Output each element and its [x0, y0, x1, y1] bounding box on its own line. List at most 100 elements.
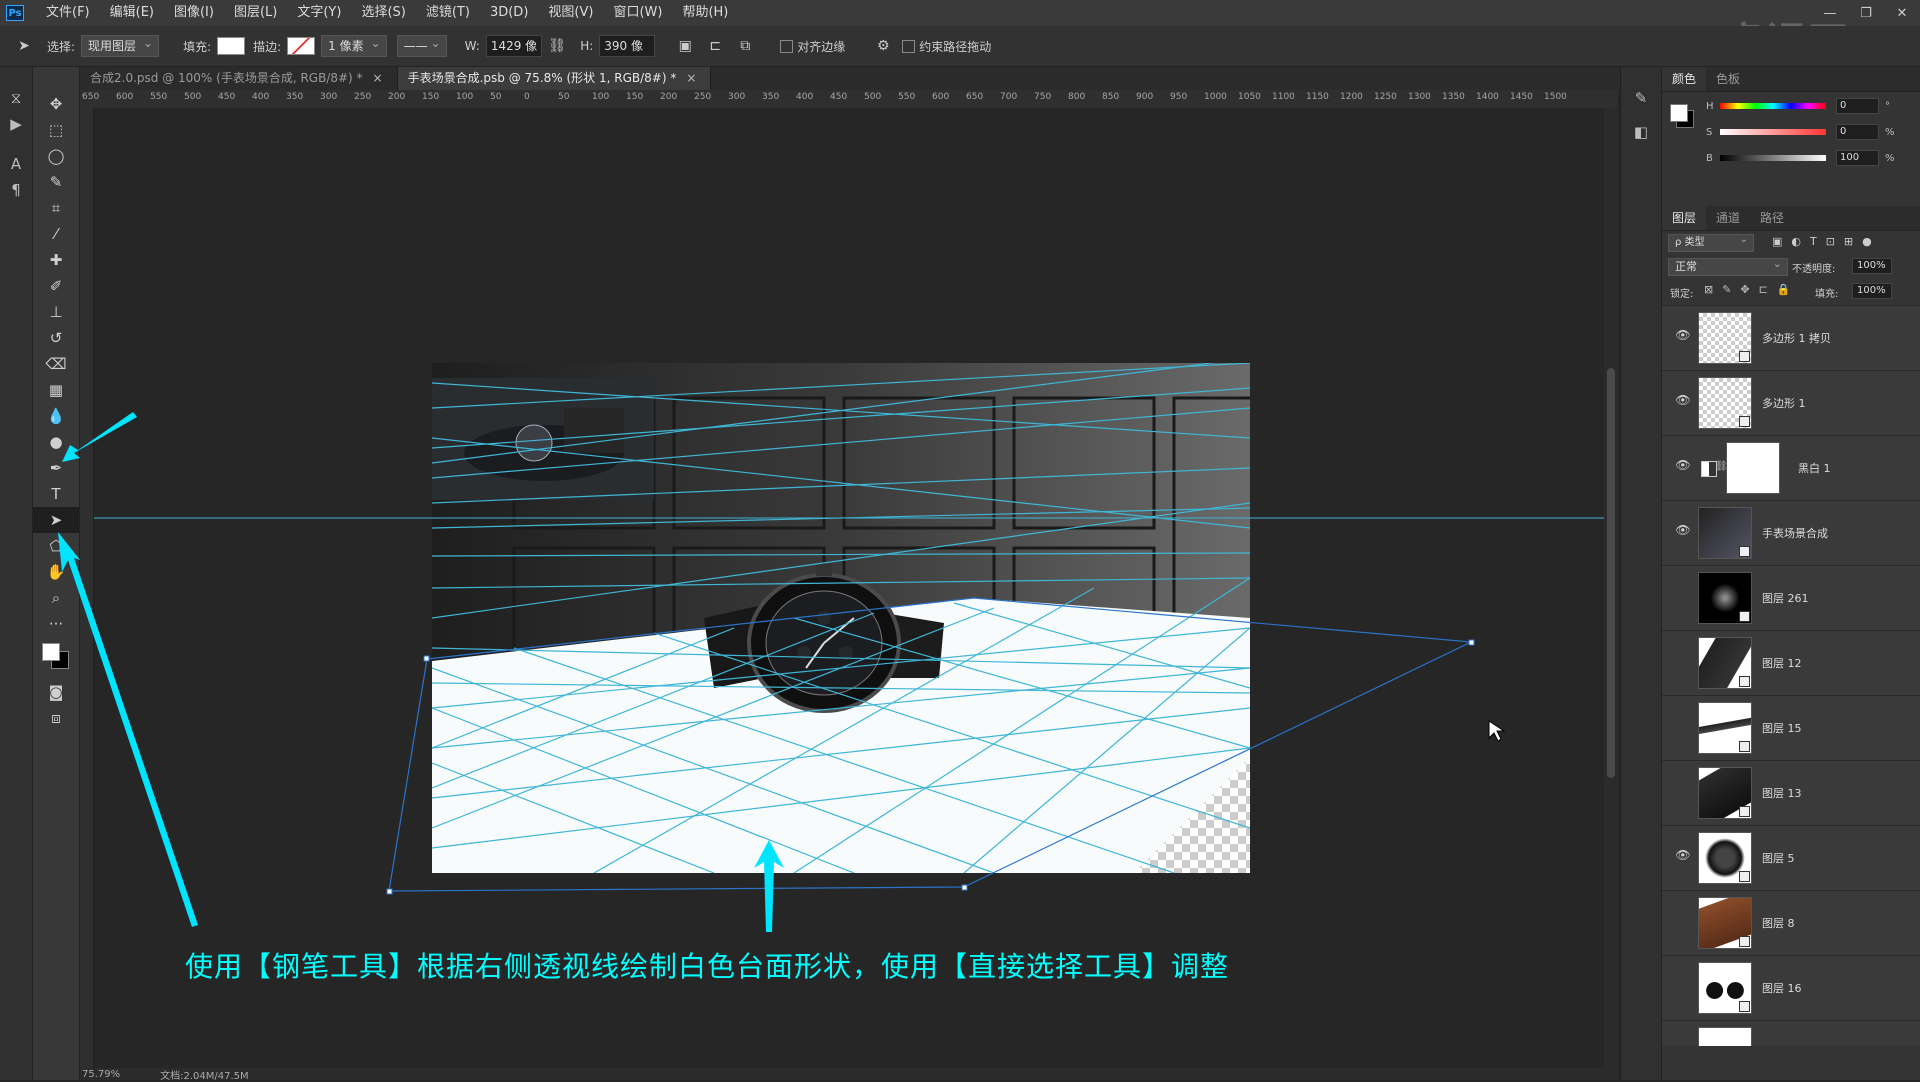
tab-swatches[interactable]: 色板	[1706, 67, 1750, 91]
layer-row[interactable]: 👁 手表场景合成	[1662, 501, 1920, 566]
foreground-swatch[interactable]	[1670, 104, 1688, 122]
menu-window[interactable]: 窗口(W)	[603, 0, 672, 26]
layer-row[interactable]: 图层 8	[1662, 891, 1920, 956]
eye-icon[interactable]: 👁	[1674, 848, 1692, 866]
lock-icons[interactable]: ⊠✎✥⊏🔒	[1704, 283, 1800, 296]
menu-filter[interactable]: 滤镜(T)	[416, 0, 480, 26]
tab-color[interactable]: 颜色	[1662, 67, 1707, 91]
eye-icon[interactable]: 👁	[1674, 328, 1692, 346]
eye-hidden-icon[interactable]	[1674, 653, 1692, 671]
actions-play-icon[interactable]: ▶	[0, 111, 32, 137]
layer-row[interactable]: 👁 多边形 1 拷贝	[1662, 306, 1920, 371]
close-icon[interactable]: ×	[686, 71, 696, 85]
path-selection-tool-icon[interactable]: ➤	[14, 36, 34, 56]
screen-mode-icon[interactable]: ⧈	[33, 705, 79, 731]
vertical-ruler[interactable]	[80, 108, 94, 1068]
eye-icon[interactable]: 👁	[1674, 523, 1692, 541]
lasso-tool-icon[interactable]: ◯	[33, 143, 79, 169]
eye-hidden-icon[interactable]	[1674, 718, 1692, 736]
history-icon[interactable]: ⧖	[0, 85, 32, 111]
eye-hidden-icon[interactable]	[1674, 913, 1692, 931]
hue-slider[interactable]: H 0 °	[1706, 98, 1890, 114]
gear-icon[interactable]: ⚙	[873, 36, 893, 56]
height-input[interactable]: 390 像	[599, 35, 656, 57]
more-tools-icon[interactable]: ···	[33, 611, 79, 637]
stroke-type-dropdown[interactable]: ——	[396, 33, 447, 57]
close-button[interactable]: ✕	[1884, 0, 1920, 26]
layer-row[interactable]: 👁 多边形 1	[1662, 371, 1920, 436]
eye-hidden-icon[interactable]	[1674, 978, 1692, 996]
menu-image[interactable]: 图像(I)	[164, 0, 224, 26]
layer-row[interactable]: 图层 13	[1662, 761, 1920, 826]
shape-tool-icon[interactable]: ⬠	[33, 533, 79, 559]
opacity-input[interactable]: 100%	[1852, 258, 1892, 274]
layer-row[interactable]: 图层 16	[1662, 956, 1920, 1021]
link-icon[interactable]: ⛓	[547, 36, 567, 56]
eye-hidden-icon[interactable]	[1674, 1043, 1692, 1046]
dodge-tool-icon[interactable]: ●	[33, 429, 79, 455]
menu-help[interactable]: 帮助(H)	[672, 0, 738, 26]
hand-tool-icon[interactable]: ✋	[33, 559, 79, 585]
direct-selection-tool-icon[interactable]: ➤	[33, 507, 79, 533]
vertical-scrollbar[interactable]	[1604, 108, 1618, 1068]
fill-color-swatch[interactable]	[217, 37, 246, 55]
type-tool-icon[interactable]: T	[33, 481, 79, 507]
horizontal-ruler[interactable]: 650 600 550 500 450 400 350 300 250 200 150 100 50 0 5…	[80, 90, 1618, 109]
menu-view[interactable]: 视图(V)	[538, 0, 603, 26]
marquee-tool-icon[interactable]: ⬚	[33, 117, 79, 143]
close-icon[interactable]: ×	[373, 71, 383, 85]
tab-layers[interactable]: 图层	[1662, 206, 1707, 230]
zoom-tool-icon[interactable]: ⌕	[33, 585, 79, 611]
restore-button[interactable]: ❐	[1848, 0, 1884, 26]
menu-layer[interactable]: 图层(L)	[224, 0, 287, 26]
eraser-tool-icon[interactable]: ⌫	[33, 351, 79, 377]
tab-composite-psd[interactable]: 合成2.0.psd @ 100% (手表场景合成, RGB/8#) * ×	[80, 67, 398, 90]
path-arrangement-icon[interactable]: ⧉	[735, 36, 755, 56]
canvas-area[interactable]	[94, 108, 1604, 1068]
eye-icon[interactable]: 👁	[1674, 458, 1692, 476]
blur-tool-icon[interactable]: 💧	[33, 403, 79, 429]
minimize-button[interactable]: —	[1812, 0, 1848, 26]
quick-selection-tool-icon[interactable]: ✎	[33, 169, 79, 195]
stroke-color-swatch[interactable]	[287, 37, 316, 55]
layer-row[interactable]: 图层 10	[1662, 1021, 1920, 1046]
clone-stamp-tool-icon[interactable]: ⊥	[33, 299, 79, 325]
pen-tool-icon[interactable]: ✒	[33, 455, 79, 481]
filter-icons[interactable]: ▣◐T⊡⊞●	[1772, 235, 1881, 248]
healing-brush-tool-icon[interactable]: ✚	[33, 247, 79, 273]
eye-hidden-icon[interactable]	[1674, 588, 1692, 606]
eye-icon[interactable]: 👁	[1674, 393, 1692, 411]
layer-filter-dropdown[interactable]: ρ 类型	[1668, 232, 1754, 252]
hue-value[interactable]: 0	[1836, 98, 1879, 114]
brightness-slider[interactable]: B 100 %	[1706, 150, 1895, 166]
brush-settings-icon[interactable]: ✎	[1621, 85, 1661, 111]
tab-watch-scene-psb[interactable]: 手表场景合成.psb @ 75.8% (形状 1, RGB/8#) * ×	[397, 67, 712, 90]
menu-select[interactable]: 选择(S)	[351, 0, 415, 26]
brush-tool-icon[interactable]: ✐	[33, 273, 79, 299]
brightness-value[interactable]: 100	[1836, 150, 1879, 166]
menu-file[interactable]: 文件(F)	[36, 0, 100, 26]
menu-3d[interactable]: 3D(D)	[480, 0, 538, 26]
layer-row[interactable]: 图层 261	[1662, 566, 1920, 631]
eyedropper-tool-icon[interactable]: ⁄	[33, 221, 79, 247]
path-operations-icon[interactable]: ▣	[675, 36, 695, 56]
select-layer-dropdown[interactable]: 现用图层	[81, 33, 160, 57]
menu-edit[interactable]: 编辑(E)	[100, 0, 164, 26]
layer-row[interactable]: 👁 图层 5	[1662, 826, 1920, 891]
color-swatches[interactable]	[33, 637, 79, 679]
history-brush-tool-icon[interactable]: ↺	[33, 325, 79, 351]
saturation-bar[interactable]	[1720, 129, 1826, 135]
zoom-level[interactable]: 75.79%	[82, 1069, 120, 1080]
layer-row[interactable]: 👁 ⛓ 黑白 1	[1662, 436, 1920, 501]
path-alignment-icon[interactable]: ⊏	[705, 36, 725, 56]
tab-channels[interactable]: 通道	[1706, 206, 1750, 230]
quick-mask-icon[interactable]: ◙	[33, 679, 79, 705]
stroke-size-dropdown[interactable]: 1 像素	[321, 33, 387, 57]
foreground-color-swatch[interactable]	[42, 643, 60, 661]
brightness-bar[interactable]	[1720, 155, 1826, 161]
width-input[interactable]: 1429 像	[485, 35, 543, 57]
gradient-tool-icon[interactable]: ▦	[33, 377, 79, 403]
align-edges-checkbox[interactable]	[780, 39, 794, 53]
saturation-value[interactable]: 0	[1836, 124, 1879, 140]
constrain-path-checkbox[interactable]	[902, 39, 916, 53]
